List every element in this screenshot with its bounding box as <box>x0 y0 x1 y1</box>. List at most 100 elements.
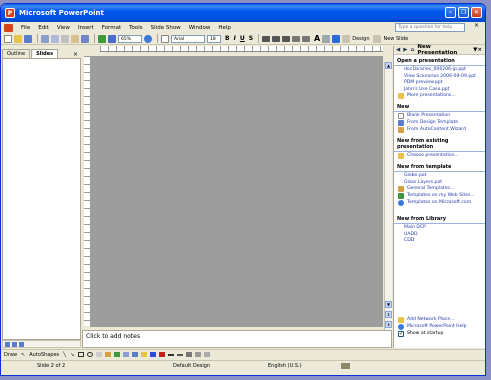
design-button[interactable]: Design <box>352 36 369 42</box>
sorter-view-icon[interactable] <box>12 341 17 347</box>
3d-style-icon[interactable] <box>204 352 211 357</box>
slides-pane[interactable] <box>2 58 81 340</box>
autoshapes-menu[interactable]: AutoShapes <box>29 352 59 358</box>
menu-help[interactable]: Help <box>214 25 235 31</box>
menu-slide-show[interactable]: Slide Show <box>147 25 185 31</box>
design-template-link[interactable]: From Design Template <box>394 119 485 126</box>
shadow-button[interactable]: S <box>249 35 253 42</box>
general-templates-link[interactable]: General Templates... <box>394 185 485 192</box>
line-icon[interactable]: ╲ <box>63 352 66 358</box>
tab-slides[interactable]: Slides <box>31 49 59 58</box>
paste-icon[interactable] <box>71 34 79 43</box>
font-color-draw-icon[interactable] <box>159 352 166 357</box>
clipart-icon[interactable] <box>123 352 130 357</box>
minimize-button[interactable]: – <box>445 7 456 18</box>
new-slide-icon[interactable] <box>373 34 382 43</box>
show-startup-option[interactable]: ✓ Show at startup <box>394 330 485 337</box>
bold-button[interactable]: B <box>225 35 230 42</box>
dash-style-icon[interactable] <box>177 353 184 356</box>
table-icon[interactable] <box>108 34 116 43</box>
draw-menu[interactable]: Draw <box>4 352 17 358</box>
close-pane-icon[interactable]: × <box>73 51 78 58</box>
scroll-up-icon[interactable]: ▲ <box>385 62 392 69</box>
menu-tools[interactable]: Tools <box>125 25 147 31</box>
fill-color-icon[interactable] <box>141 352 148 357</box>
wordart-icon[interactable] <box>105 352 112 357</box>
slideshow-view-icon[interactable] <box>19 341 24 347</box>
picture-icon[interactable] <box>132 352 139 357</box>
help-icon[interactable] <box>144 34 152 43</box>
preview-icon[interactable] <box>51 34 59 43</box>
line-color-icon[interactable] <box>150 352 157 357</box>
add-network-place-link[interactable]: Add Network Place... <box>394 316 485 323</box>
arrow-icon[interactable]: ↘ <box>70 352 74 358</box>
title-bar[interactable]: P Microsoft PowerPoint – ❐ ✕ <box>1 4 485 22</box>
choose-presentation-link[interactable]: Choose presentation... <box>394 152 485 159</box>
web-templates-link[interactable]: Templates on my Web Sites... <box>394 192 485 199</box>
slide-canvas[interactable] <box>90 56 383 327</box>
help-search-input[interactable]: Type a question for help <box>395 23 465 32</box>
menu-file[interactable]: File <box>17 25 34 31</box>
checkbox-checked-icon[interactable]: ✓ <box>398 331 404 337</box>
cut-icon[interactable] <box>61 34 69 43</box>
font-size-select[interactable]: 18 <box>207 34 221 43</box>
save-icon[interactable] <box>24 34 32 43</box>
restore-button[interactable]: ❐ <box>458 7 469 18</box>
notes-pane[interactable]: Click to add notes <box>82 330 392 348</box>
zoom-select[interactable]: 65% <box>118 34 142 43</box>
menu-edit[interactable]: Edit <box>34 25 53 31</box>
forward-icon[interactable]: ▶ <box>403 47 407 53</box>
underline-button[interactable]: U <box>240 35 245 42</box>
home-icon[interactable]: ⌂ <box>410 47 414 53</box>
undo-icon[interactable] <box>81 34 89 43</box>
back-icon[interactable]: ◀ <box>396 47 400 53</box>
menu-insert[interactable]: Insert <box>74 25 98 31</box>
line-style-icon[interactable] <box>168 353 175 356</box>
grow-font-button[interactable]: A <box>314 34 320 43</box>
new-icon[interactable] <box>4 34 12 43</box>
close-task-pane-icon[interactable]: × <box>477 47 482 53</box>
font-color-icon[interactable] <box>332 34 341 43</box>
textbox-icon[interactable] <box>96 352 103 357</box>
menu-view[interactable]: View <box>53 25 74 31</box>
print-icon[interactable] <box>41 34 49 43</box>
shadow-style-icon[interactable] <box>195 352 202 357</box>
autocontent-wizard-link[interactable]: From AutoContent Wizard <box>394 126 485 133</box>
normal-view-icon[interactable] <box>5 341 10 347</box>
menu-window[interactable]: Window <box>185 25 215 31</box>
rectangle-icon[interactable] <box>78 352 85 357</box>
align-left-icon[interactable] <box>262 35 271 42</box>
indent-icon[interactable] <box>322 34 331 43</box>
oval-icon[interactable] <box>87 352 94 357</box>
document-icon[interactable] <box>4 23 13 32</box>
align-center-icon[interactable] <box>272 35 281 42</box>
spelling-icon[interactable] <box>341 363 350 369</box>
library-link[interactable]: CDD <box>394 237 485 244</box>
chart-icon[interactable] <box>98 34 106 43</box>
powerpoint-help-link[interactable]: Microsoft PowerPoint Help <box>394 323 485 330</box>
vertical-scrollbar[interactable]: ▲ ▼ ⇞ ⇟ <box>384 62 392 330</box>
open-icon[interactable] <box>14 34 22 43</box>
numbering-icon[interactable] <box>292 35 301 42</box>
tab-outline[interactable]: Outline <box>2 49 31 58</box>
diagram-icon[interactable] <box>114 352 121 357</box>
bullets-icon[interactable] <box>302 35 311 42</box>
close-button[interactable]: ✕ <box>471 7 482 18</box>
font-name-select[interactable]: Arial <box>171 34 205 43</box>
prev-slide-icon[interactable]: ⇞ <box>385 311 392 318</box>
more-presentations-link[interactable]: More presentations... <box>394 92 485 99</box>
pointer-icon[interactable]: ↖ <box>21 352 25 358</box>
arrow-style-icon[interactable] <box>186 352 193 357</box>
menu-format[interactable]: Format <box>98 25 125 31</box>
blank-presentation-label: Blank Presentation <box>407 113 451 119</box>
recent-file-link[interactable]: View Scenarios 2006-09-09.ppt <box>394 73 485 80</box>
scroll-down-icon[interactable]: ▼ <box>385 301 392 308</box>
next-slide-icon[interactable]: ⇟ <box>385 321 392 328</box>
microsoft-templates-link[interactable]: Templates on Microsoft.com <box>394 199 485 206</box>
align-right-icon[interactable] <box>282 35 291 42</box>
new-slide-button[interactable]: New Slide <box>383 36 408 42</box>
close-doc-icon[interactable]: × <box>474 22 479 29</box>
design-icon[interactable] <box>342 34 351 43</box>
blank-presentation-link[interactable]: Blank Presentation <box>394 112 485 119</box>
italic-button[interactable]: I <box>234 35 236 42</box>
